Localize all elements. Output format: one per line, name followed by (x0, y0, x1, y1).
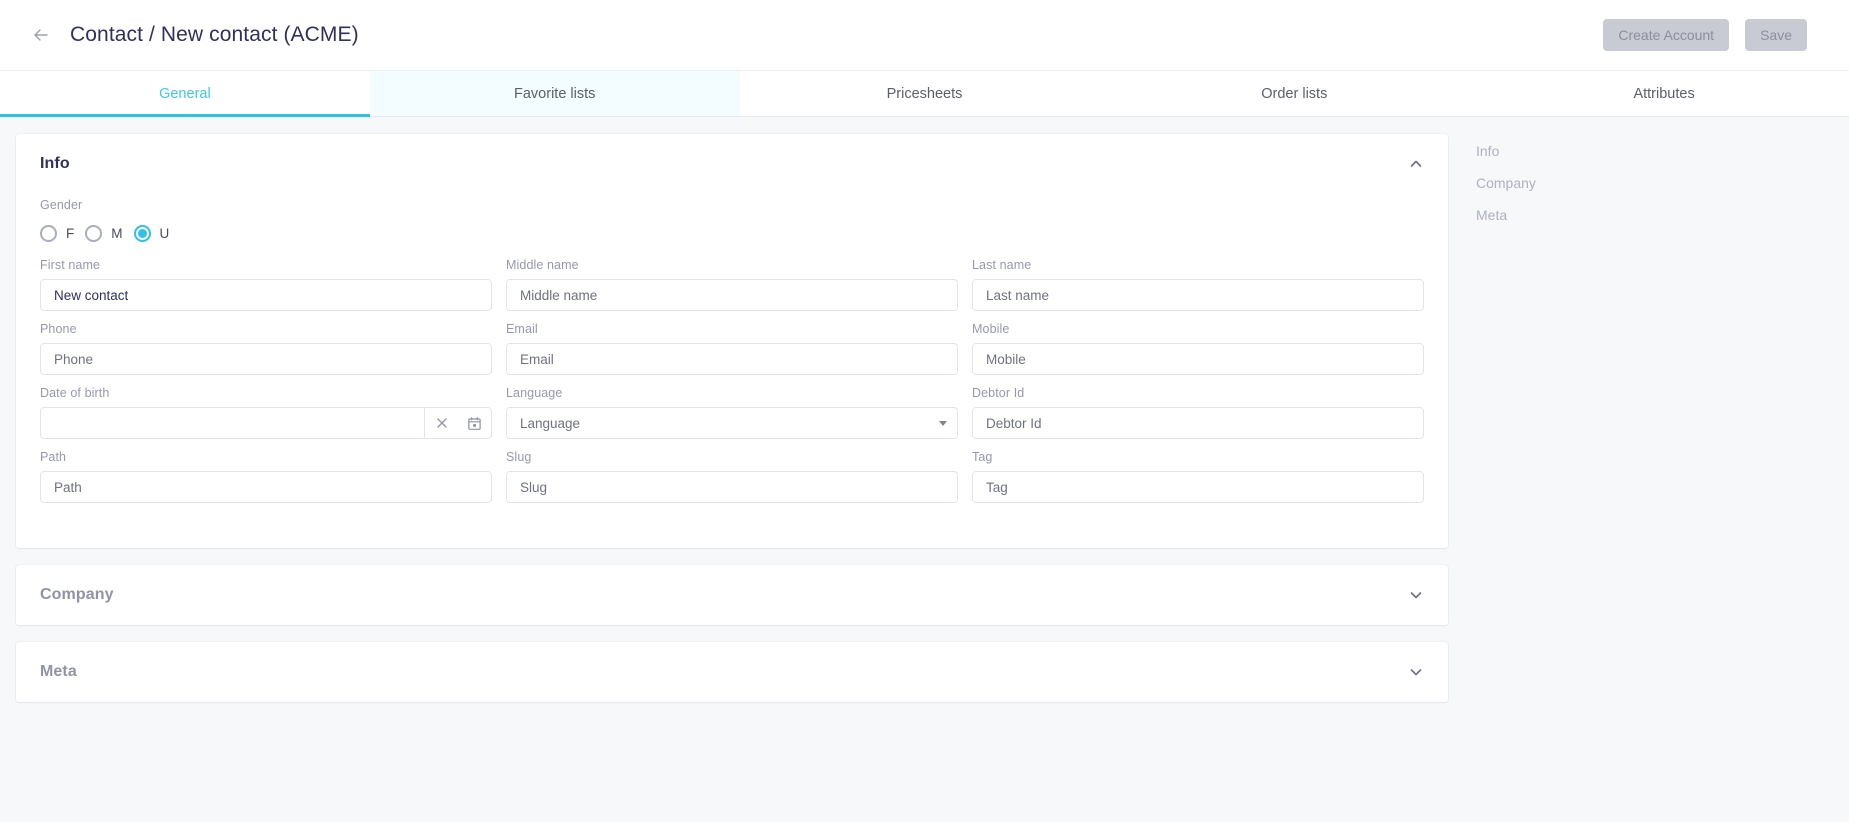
slug-label: Slug (506, 450, 532, 464)
language-label: Language (506, 386, 563, 400)
chevron-down-icon[interactable] (1408, 587, 1424, 603)
tab-attributes[interactable]: Attributes (1479, 71, 1849, 116)
date-of-birth-field: Date of birth (40, 386, 492, 439)
contact-editor-page: Contact / New contact (ACME) Create Acco… (0, 0, 1849, 822)
form-row: Phone Phone Email Email Mobile Mobile (40, 322, 1424, 375)
email-label: Email (506, 322, 538, 336)
first-name-input[interactable]: New contact (40, 279, 492, 311)
save-button[interactable]: Save (1745, 19, 1807, 51)
path-placeholder: Path (54, 479, 82, 495)
language-selected-value: Language (520, 415, 581, 431)
anchor-link-company[interactable]: Company (1476, 176, 1636, 191)
first-name-field: First name New contact (40, 258, 492, 311)
company-section: Company (16, 565, 1448, 625)
meta-section-header[interactable]: Meta (16, 642, 1448, 702)
gender-label: Gender (40, 198, 83, 212)
page-header: Contact / New contact (ACME) Create Acco… (0, 0, 1849, 70)
company-section-title: Company (40, 586, 114, 603)
tag-input[interactable]: Tag (972, 471, 1424, 503)
anchor-link-meta[interactable]: Meta (1476, 208, 1636, 223)
path-input[interactable]: Path (40, 471, 492, 503)
content-column: Info Gender F M U First name New contact… (16, 134, 1448, 822)
gender-radio-u-label: U (159, 225, 170, 241)
email-placeholder: Email (520, 351, 554, 367)
page-title: Contact / New contact (ACME) (70, 23, 359, 46)
info-section-body: Gender F M U First name New contact Midd… (16, 194, 1448, 548)
chevron-down-icon (939, 420, 947, 426)
first-name-label: First name (40, 258, 101, 272)
debtor-id-field: Debtor Id Debtor Id (972, 386, 1424, 439)
tag-field: Tag Tag (972, 450, 1424, 503)
slug-placeholder: Slug (520, 479, 548, 495)
chevron-down-icon[interactable] (1408, 664, 1424, 680)
gender-radio-u[interactable]: U (133, 224, 170, 242)
last-name-placeholder: Last name (986, 287, 1050, 303)
middle-name-placeholder: Middle name (520, 287, 598, 303)
header-actions: Create Account Save (1603, 19, 1807, 51)
radio-checked-icon (133, 224, 151, 242)
debtor-id-placeholder: Debtor Id (986, 415, 1042, 431)
info-section-header[interactable]: Info (16, 134, 1448, 194)
section-anchor-nav: Info Company Meta (1476, 134, 1636, 822)
email-field: Email Email (506, 322, 958, 375)
mobile-input[interactable]: Mobile (972, 343, 1424, 375)
tab-order-lists[interactable]: Order lists (1109, 71, 1479, 116)
last-name-field: Last name Last name (972, 258, 1424, 311)
debtor-id-input[interactable]: Debtor Id (972, 407, 1424, 439)
page-body: Info Gender F M U First name New contact… (0, 117, 1849, 822)
tab-bar: General Favorite lists Pricesheets Order… (0, 70, 1849, 117)
language-field: Language Language (506, 386, 958, 439)
phone-label: Phone (40, 322, 77, 336)
meta-section: Meta (16, 642, 1448, 702)
middle-name-label: Middle name (506, 258, 579, 272)
last-name-input[interactable]: Last name (972, 279, 1424, 311)
gender-radio-group: F M U (40, 219, 1424, 247)
info-section: Info Gender F M U First name New contact… (16, 134, 1448, 548)
phone-placeholder: Phone (54, 351, 94, 367)
mobile-placeholder: Mobile (986, 351, 1026, 367)
tag-label: Tag (972, 450, 993, 464)
gender-field: Gender F M U (40, 198, 1424, 247)
first-name-value: New contact (54, 287, 129, 303)
mobile-label: Mobile (972, 322, 1010, 336)
tab-favorite-lists[interactable]: Favorite lists (369, 71, 740, 116)
meta-section-title: Meta (40, 663, 77, 680)
tag-placeholder: Tag (986, 479, 1008, 495)
phone-field: Phone Phone (40, 322, 492, 375)
radio-circle-icon (40, 224, 57, 242)
slug-input[interactable]: Slug (506, 471, 958, 503)
date-of-birth-label: Date of birth (40, 386, 110, 400)
slug-field: Slug Slug (506, 450, 958, 503)
tab-general[interactable]: General (0, 71, 370, 117)
mobile-field: Mobile Mobile (972, 322, 1424, 375)
middle-name-input[interactable]: Middle name (506, 279, 958, 311)
debtor-id-label: Debtor Id (972, 386, 1025, 400)
radio-circle-icon (85, 224, 103, 242)
close-icon[interactable] (425, 408, 458, 438)
gender-radio-m-label: M (111, 225, 123, 241)
info-section-title: Info (40, 155, 70, 172)
date-of-birth-input[interactable] (41, 408, 424, 438)
gender-radio-m[interactable]: M (85, 224, 123, 242)
gender-radio-f-label: F (66, 225, 75, 241)
path-field: Path Path (40, 450, 492, 503)
create-account-button[interactable]: Create Account (1603, 19, 1730, 51)
form-row: First name New contact Middle name Middl… (40, 258, 1424, 311)
calendar-icon[interactable] (458, 408, 491, 438)
gender-radio-f[interactable]: F (40, 224, 75, 242)
email-input[interactable]: Email (506, 343, 958, 375)
middle-name-field: Middle name Middle name (506, 258, 958, 311)
company-section-header[interactable]: Company (16, 565, 1448, 625)
form-row: Path Path Slug Slug Tag Tag (40, 450, 1424, 503)
last-name-label: Last name (972, 258, 1032, 272)
date-of-birth-control (40, 407, 492, 439)
chevron-up-icon[interactable] (1408, 156, 1424, 172)
form-row: Date of birth Language Language Debtor I… (40, 386, 1424, 439)
anchor-link-info[interactable]: Info (1476, 144, 1636, 159)
tab-pricesheets[interactable]: Pricesheets (740, 71, 1110, 116)
phone-input[interactable]: Phone (40, 343, 492, 375)
back-arrow-icon[interactable] (26, 20, 56, 50)
language-select[interactable]: Language (506, 407, 958, 439)
path-label: Path (40, 450, 67, 464)
